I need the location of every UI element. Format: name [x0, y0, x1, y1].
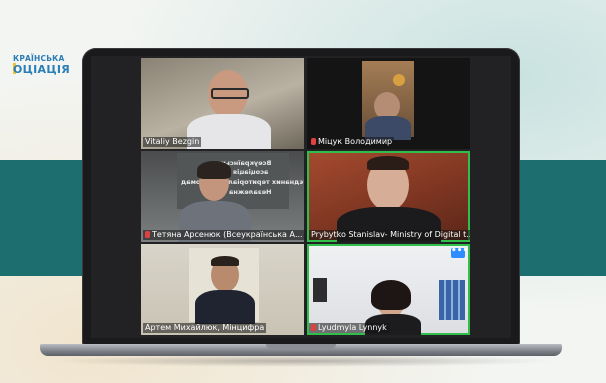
- participant-hair: [367, 156, 409, 170]
- shelf-binders: [439, 280, 465, 320]
- participant-tile-5[interactable]: Артем Михайлюк, Мінцифра: [141, 244, 304, 335]
- video-call-screen: Vitaliy Bezgin Міцук Володимир Всеукраїн…: [91, 56, 511, 338]
- participant-hair: [371, 280, 411, 310]
- mic-muted-icon: [311, 138, 316, 145]
- association-logo: КРАЇНСЬКА ОЦІАЦІЯ: [13, 54, 73, 84]
- participant-name: Lyudmyla Lynnyk: [309, 323, 389, 333]
- participant-tile-2[interactable]: Міцук Володимир: [307, 58, 470, 149]
- participant-name: Vitaliy Bezgin: [143, 137, 202, 147]
- glasses-icon: [211, 88, 249, 99]
- participant-tile-6[interactable]: ••• Lyudmyla Lynnyk: [307, 244, 470, 335]
- participant-hair: [197, 161, 231, 179]
- mic-muted-icon: [145, 231, 150, 238]
- participant-body: [195, 290, 255, 324]
- participant-name: Prybytko Stanislav- Ministry of Digital …: [309, 230, 470, 240]
- participant-tile-4-active-speaker[interactable]: Prybytko Stanislav- Ministry of Digital …: [307, 151, 470, 242]
- laptop-notch: [266, 344, 336, 349]
- participant-name: Артем Михайлюк, Мінцифра: [143, 323, 267, 333]
- logo-line-2: ОЦІАЦІЯ: [13, 63, 71, 76]
- participant-hair: [211, 256, 239, 266]
- participant-tile-1[interactable]: Vitaliy Bezgin: [141, 58, 304, 149]
- participant-name: Тетяна Арсенюк (Всеукраїнська А...: [143, 230, 304, 240]
- logo-line-1: КРАЇНСЬКА: [13, 54, 65, 63]
- mic-muted-icon: [311, 324, 316, 331]
- more-options-button[interactable]: •••: [451, 247, 468, 258]
- participant-name: Міцук Володимир: [309, 137, 395, 147]
- sign-line-4: Незалежна: [229, 188, 272, 196]
- sign-line-2: асоціація: [233, 168, 269, 176]
- office-item: [313, 278, 327, 302]
- participant-tile-3[interactable]: Всеукраїнська асоціація об'єднаних терит…: [141, 151, 304, 242]
- wall-plate: [393, 74, 405, 86]
- laptop-shadow: [50, 355, 556, 367]
